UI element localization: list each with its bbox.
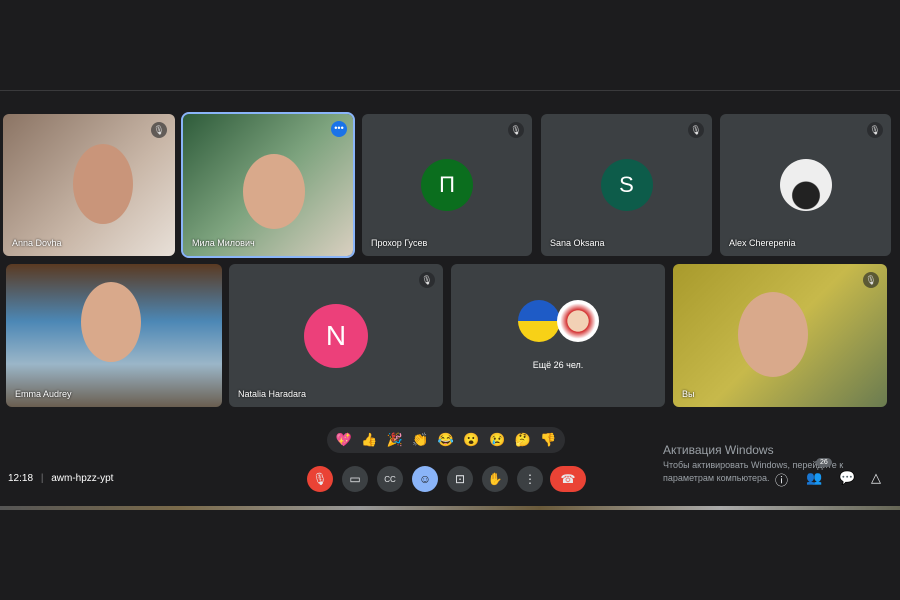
avatar: N	[304, 303, 368, 368]
reaction-party[interactable]: 🎉	[387, 432, 403, 448]
reaction-thumbs-down[interactable]: 👎	[540, 432, 556, 448]
camera-button[interactable]: ▭	[342, 466, 368, 492]
reaction-clap[interactable]: 👏	[412, 432, 428, 448]
leave-call-button[interactable]: ☎	[550, 466, 586, 492]
separator: |	[40, 473, 44, 484]
meeting-info: 12:18 | awm-hpzz-ypt	[8, 473, 113, 484]
mic-off-icon: 🎙	[419, 272, 435, 288]
participant-tile-mila[interactable]: ••• Мила Милович	[181, 112, 355, 258]
participant-tile-natalia[interactable]: N 🎙 Natalia Haradara	[229, 264, 443, 407]
participant-tile-sana[interactable]: S 🎙 Sana Oksana	[541, 114, 712, 256]
participant-name: Мила Милович	[192, 238, 255, 248]
mic-off-icon: 🎙	[151, 122, 167, 138]
participant-tile-anna[interactable]: 🎙 Anna Dovha	[3, 114, 175, 256]
raise-hand-button[interactable]: ✋	[482, 466, 508, 492]
activities-icon[interactable]: △	[871, 470, 881, 486]
more-options-icon[interactable]: •••	[331, 121, 347, 137]
hang-up-icon: ☎	[560, 472, 576, 486]
participant-tile-emma[interactable]: Emma Audrey	[6, 264, 222, 407]
more-options-button[interactable]: ⋮	[517, 466, 543, 492]
mic-off-icon: 🎙	[867, 122, 883, 138]
participant-tile-self[interactable]: 🎙 Вы	[673, 264, 887, 407]
clock: 12:18	[8, 473, 34, 484]
avatar-photo	[779, 159, 832, 211]
participant-name: Alex Cherepenia	[729, 238, 796, 248]
mic-toggle-button[interactable]: 🎙	[307, 466, 333, 492]
mic-off-icon: 🎙	[312, 472, 328, 486]
chat-icon[interactable]: 💬	[839, 470, 855, 486]
participant-tile-alex[interactable]: 🎙 Alex Cherepenia	[720, 114, 891, 256]
mic-off-icon: 🎙	[688, 122, 704, 138]
participant-name: Emma Audrey	[15, 389, 72, 399]
avatar	[557, 300, 599, 342]
emoji-icon: ☺	[418, 472, 432, 486]
divider	[0, 90, 900, 91]
info-icon[interactable]: ⓘ	[775, 470, 788, 489]
present-button[interactable]: ⊡	[447, 466, 473, 492]
participant-name: Прохор Гусев	[371, 238, 428, 248]
participant-name: Sana Oksana	[550, 238, 605, 248]
captions-button[interactable]: CC	[377, 466, 403, 492]
present-icon: ⊡	[454, 472, 466, 486]
mic-off-icon: 🎙	[508, 122, 524, 138]
people-count-badge: 26	[816, 458, 832, 467]
others-tile[interactable]: Ещё 26 чел.	[451, 264, 665, 407]
captions-icon: CC	[384, 474, 396, 484]
participant-video	[73, 144, 133, 224]
participant-video	[243, 154, 305, 229]
windows-activation-title: Активация Windows	[663, 443, 774, 457]
more-vert-icon: ⋮	[524, 472, 536, 486]
reactions-bar: 💖 👍 🎉 👏 😂 😮 😢 🤔 👎	[327, 427, 565, 453]
participant-video	[81, 282, 141, 362]
windows-activation-line2: параметрам компьютера.	[663, 473, 770, 483]
taskbar-strip	[0, 506, 900, 510]
meeting-code[interactable]: awm-hpzz-ypt	[51, 473, 113, 484]
avatar: S	[600, 159, 653, 211]
others-count: Ещё 26 чел.	[532, 360, 584, 370]
avatar: П	[421, 159, 473, 211]
reaction-thumbs-up[interactable]: 👍	[361, 432, 377, 448]
hand-icon: ✋	[487, 472, 503, 486]
reaction-heart[interactable]: 💖	[336, 432, 352, 448]
reaction-laugh[interactable]: 😂	[438, 432, 454, 448]
reaction-surprised[interactable]: 😮	[463, 432, 479, 448]
mic-off-icon: 🎙	[863, 272, 879, 288]
camera-icon: ▭	[349, 472, 361, 486]
participant-name: Anna Dovha	[12, 238, 62, 248]
participant-name: Вы	[682, 389, 695, 399]
participant-tile-prokhor[interactable]: П 🎙 Прохор Гусев	[362, 114, 532, 256]
participant-name: Natalia Haradara	[238, 389, 307, 399]
reaction-thinking[interactable]: 🤔	[515, 432, 531, 448]
reaction-sad[interactable]: 😢	[489, 432, 505, 448]
people-icon[interactable]: 👥	[806, 470, 822, 486]
avatar-flag	[518, 300, 560, 342]
emoji-button[interactable]: ☺	[412, 466, 438, 492]
participant-video	[738, 292, 808, 377]
